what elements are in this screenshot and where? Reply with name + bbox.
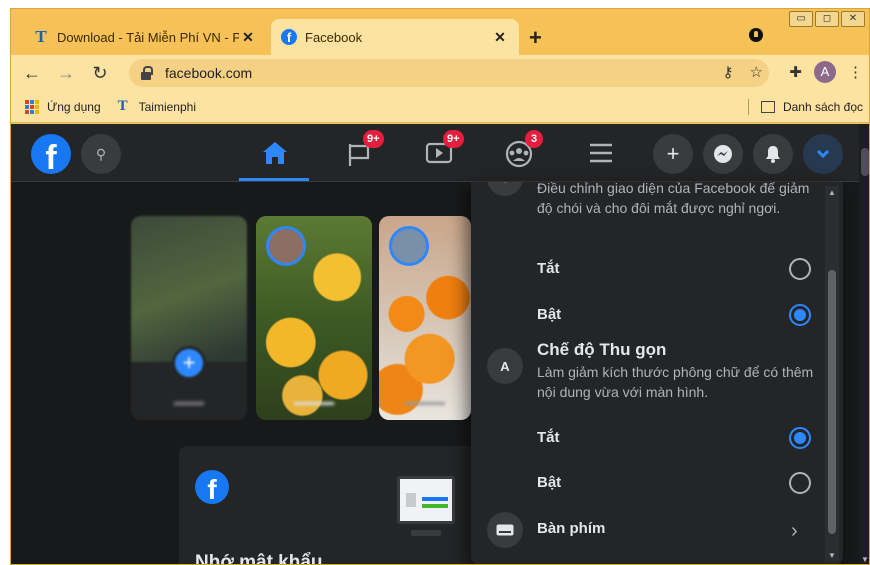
facebook-page: f ⚲ 9+ 9+ 3 + + ▬▬▬ ▬▬▬▬ ▬▬▬▬ f Nhớ mật … (11, 124, 869, 565)
scroll-down-icon[interactable]: ▼ (859, 555, 869, 564)
active-tab-indicator (239, 178, 309, 181)
menu-dots-icon[interactable]: ⋮ (848, 63, 863, 81)
scroll-down-icon[interactable]: ▼ (825, 551, 839, 560)
device-stand (411, 530, 441, 536)
bookmarks-bar: Ứng dụng T Taimienphi Danh sách đọc (11, 91, 869, 123)
facebook-top-bar: f ⚲ 9+ 9+ 3 + (11, 124, 861, 182)
scroll-up-icon[interactable]: ▲ (825, 188, 839, 197)
nav-pages[interactable]: 9+ (341, 130, 384, 170)
facebook-logo[interactable]: f (31, 134, 71, 174)
device-illustration (397, 476, 455, 524)
extensions-icon[interactable]: ✚ (789, 63, 802, 81)
story-card[interactable]: ▬▬▬▬ (379, 216, 471, 420)
compact-mode-icon: A (487, 348, 523, 384)
search-icon[interactable]: ⚲ (81, 134, 121, 174)
apps-icon (25, 99, 39, 114)
notification-badge: 3 (525, 130, 543, 148)
scrollbar-thumb[interactable] (828, 270, 836, 534)
scrollbar-thumb[interactable] (861, 148, 869, 176)
tab-strip: T Download - Tải Miễn Phí VN - Ph ✕ f Fa… (11, 9, 869, 55)
keyboard-icon (487, 512, 523, 548)
compact-mode-description: Làm giảm kích thước phông chữ để có thêm… (537, 364, 814, 400)
bell-icon[interactable] (753, 134, 793, 174)
reading-list[interactable]: Danh sách đọc (747, 99, 863, 115)
menu-icon[interactable] (583, 136, 619, 170)
lock-icon[interactable] (141, 66, 153, 80)
reading-list-label: Danh sách đọc (782, 100, 863, 114)
display-settings-panel: ☾ Điều chỉnh giao diện của Facebook để g… (471, 182, 843, 564)
plus-icon[interactable]: + (172, 346, 206, 380)
story-label: ▬▬▬▬ (294, 397, 334, 408)
dark-mode-off-label[interactable]: Tắt (537, 260, 560, 277)
home-icon[interactable] (257, 136, 293, 170)
media-indicator-icon[interactable] (749, 28, 763, 42)
dark-mode-on-radio[interactable] (789, 304, 811, 326)
avatar (266, 226, 306, 266)
window-controls: ▭ ◻ ✕ (789, 11, 865, 27)
bookmark-label: Ứng dụng (47, 99, 101, 114)
panel-scrollbar[interactable]: ▲ ▼ (825, 186, 839, 562)
page-scrollbar[interactable]: ▼ (859, 124, 869, 564)
close-icon[interactable]: ✕ (491, 29, 509, 46)
tab-title: Download - Tải Miễn Phí VN - Ph (57, 29, 239, 45)
messenger-icon[interactable] (703, 134, 743, 174)
new-tab-button[interactable]: + (529, 25, 542, 51)
minimize-button[interactable]: ▭ (789, 11, 813, 27)
facebook-icon: f (281, 29, 297, 45)
story-label: ▬▬▬▬ (405, 397, 445, 408)
avatar (389, 226, 429, 266)
keyboard-title[interactable]: Bàn phím (537, 520, 605, 537)
notification-badge: 9+ (443, 130, 464, 148)
story-label: ▬▬▬ (174, 397, 204, 408)
tab-taimienphi[interactable]: T Download - Tải Miễn Phí VN - Ph ✕ (23, 19, 267, 55)
close-icon[interactable]: ✕ (239, 29, 257, 46)
compact-off-label[interactable]: Tắt (537, 429, 560, 446)
reading-list-icon (760, 101, 775, 113)
forward-arrow-icon[interactable]: → (53, 63, 79, 84)
address-bar[interactable]: facebook.com ⚷ ☆ (129, 59, 769, 87)
close-window-button[interactable]: ✕ (841, 11, 865, 27)
compact-off-radio[interactable] (789, 427, 811, 449)
dark-mode-description: Điều chỉnh giao diện của Facebook để giả… (537, 182, 810, 216)
compact-on-label[interactable]: Bật (537, 474, 561, 491)
account-dropdown-icon[interactable] (803, 134, 843, 174)
profile-avatar[interactable]: A (814, 61, 836, 83)
facebook-logo: f (195, 470, 229, 504)
bookmark-apps[interactable]: Ứng dụng (25, 99, 101, 114)
compact-on-radio[interactable] (789, 472, 811, 494)
reload-icon[interactable]: ↻ (87, 63, 113, 84)
key-icon[interactable]: ⚷ (723, 63, 734, 81)
nav-groups[interactable]: 3 (501, 130, 543, 170)
compact-mode-title: Chế độ Thu gọn (537, 340, 667, 359)
maximize-button[interactable]: ◻ (815, 11, 839, 27)
taimienphi-icon: T (117, 98, 128, 114)
bookmark-label: Taimienphi (138, 99, 196, 114)
moon-icon: ☾ (487, 182, 523, 196)
tab-facebook[interactable]: f Facebook ✕ (271, 19, 519, 55)
chevron-right-icon[interactable]: › (791, 520, 798, 543)
tab-title: Facebook (305, 29, 363, 45)
taimienphi-icon: T (35, 27, 47, 46)
browser-window: T Download - Tải Miễn Phí VN - Ph ✕ f Fa… (10, 8, 870, 565)
story-card[interactable]: ▬▬▬▬ (256, 216, 372, 420)
remember-password-card: f Nhớ mật khẩu (179, 446, 479, 565)
create-plus-icon[interactable]: + (653, 134, 693, 174)
star-icon[interactable]: ☆ (750, 63, 763, 81)
notification-badge: 9+ (363, 130, 384, 148)
divider (747, 99, 749, 115)
bookmark-taimienphi[interactable]: T Taimienphi (115, 98, 196, 115)
dark-mode-on-label[interactable]: Bật (537, 306, 561, 323)
nav-watch[interactable]: 9+ (421, 130, 464, 170)
card-title: Nhớ mật khẩu (195, 552, 323, 565)
back-arrow-icon[interactable]: ← (19, 63, 45, 84)
dark-mode-off-radio[interactable] (789, 258, 811, 280)
create-story-card[interactable]: + ▬▬▬ (131, 216, 247, 420)
browser-toolbar: ← → ↻ facebook.com ⚷ ☆ ✚ A ⋮ (11, 55, 869, 91)
url-text: facebook.com (165, 65, 253, 81)
